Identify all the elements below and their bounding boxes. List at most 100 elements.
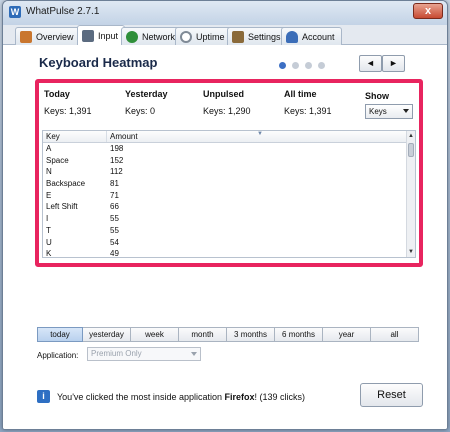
amount-cell: 55 <box>110 225 119 235</box>
network-icon <box>126 30 138 43</box>
reset-button[interactable]: Reset <box>360 383 423 407</box>
table-row[interactable]: I 55 <box>43 213 415 225</box>
stat-yesterday: Yesterday Keys: 0 <box>125 89 168 116</box>
close-button[interactable]: x <box>413 3 443 19</box>
stat-today-value: Keys: 1,391 <box>44 106 92 116</box>
application-dropdown[interactable]: Premium Only <box>87 347 201 361</box>
message-prefix: You've clicked the most inside applicati… <box>57 392 225 402</box>
range-all-button[interactable]: all <box>371 327 419 342</box>
stat-yesterday-value: Keys: 0 <box>125 106 156 116</box>
tab-network-label: Network <box>142 31 176 42</box>
range-today-button[interactable]: today <box>37 327 83 342</box>
amount-cell: 66 <box>110 202 119 212</box>
chevron-down-icon <box>191 352 197 356</box>
message-suffix: ! (139 clicks) <box>254 392 306 402</box>
show-dropdown[interactable]: Keys <box>365 104 413 119</box>
key-cell: Space <box>46 155 69 165</box>
range-week-button[interactable]: week <box>131 327 179 342</box>
stat-yesterday-label: Yesterday <box>125 89 168 99</box>
table-body: A 198 Space 152 N 112 Backspace 81 E 71 Left … <box>43 143 415 258</box>
table-row[interactable]: A 198 <box>43 143 415 155</box>
page-dot[interactable] <box>318 62 325 69</box>
app-window: W WhatPulse 2.7.1 x Overview Input Netwo… <box>2 0 448 430</box>
wrench-icon <box>232 30 244 43</box>
tab-settings-label: Settings <box>248 31 281 42</box>
tab-account-label: Account <box>302 31 335 42</box>
heatmap-stats-panel: Today Keys: 1,391 Yesterday Keys: 0 Unpu… <box>35 79 423 267</box>
stat-today-label: Today <box>44 89 70 99</box>
table-scrollbar[interactable]: ▲ ▼ <box>406 131 415 257</box>
table-row[interactable]: U 54 <box>43 237 415 249</box>
table-row[interactable]: K 49 <box>43 248 415 258</box>
table-row[interactable]: E 71 <box>43 190 415 202</box>
range-yesterday-button[interactable]: yesterday <box>83 327 131 342</box>
time-range-selector: today yesterday week month 3 months 6 mo… <box>37 327 419 342</box>
input-panel: Keyboard Heatmap ◄ ► Today Keys: 1,391 Y… <box>3 45 447 429</box>
range-month-button[interactable]: month <box>179 327 227 342</box>
page-dot[interactable] <box>305 62 312 69</box>
table-row[interactable]: Backspace 81 <box>43 178 415 190</box>
key-cell: I <box>46 214 49 224</box>
tab-uptime-label: Uptime <box>196 31 225 42</box>
stat-alltime-label: All time <box>284 89 317 99</box>
stat-alltime-value: Keys: 1,391 <box>284 106 332 116</box>
amount-cell: 71 <box>110 190 119 200</box>
show-label: Show <box>365 91 389 101</box>
key-cell: U <box>46 237 52 247</box>
next-button[interactable]: ► <box>382 55 405 72</box>
application-dropdown-value: Premium Only <box>91 349 142 358</box>
page-title: Keyboard Heatmap <box>39 55 158 70</box>
key-cell: Left Shift <box>46 202 78 212</box>
tab-input[interactable]: Input <box>77 25 126 46</box>
amount-cell: 55 <box>110 214 119 224</box>
stat-today: Today Keys: 1,391 <box>44 89 92 116</box>
previous-button[interactable]: ◄ <box>359 55 382 72</box>
tab-uptime[interactable]: Uptime <box>175 27 232 45</box>
table-row[interactable]: T 55 <box>43 225 415 237</box>
stat-unpulsed-value: Keys: 1,290 <box>203 106 251 116</box>
show-dropdown-value: Keys <box>369 107 387 116</box>
sort-indicator-icon: ▼ <box>257 131 263 137</box>
table-row[interactable]: N 112 <box>43 166 415 178</box>
key-cell: E <box>46 190 52 200</box>
column-header-key[interactable]: Key <box>43 131 107 142</box>
clock-icon <box>180 30 192 43</box>
tab-network[interactable]: Network <box>121 27 183 45</box>
scroll-up-icon[interactable]: ▲ <box>408 133 414 139</box>
scroll-thumb[interactable] <box>408 143 414 157</box>
page-dot[interactable] <box>292 62 299 69</box>
range-6-months-button[interactable]: 6 months <box>275 327 323 342</box>
key-cell: Backspace <box>46 179 86 189</box>
table-row[interactable]: Left Shift 66 <box>43 201 415 213</box>
stat-unpulsed: Unpulsed Keys: 1,290 <box>203 89 251 116</box>
range-3-months-button[interactable]: 3 months <box>227 327 275 342</box>
tab-input-label: Input <box>98 31 119 41</box>
scroll-down-icon[interactable]: ▼ <box>408 249 414 255</box>
tab-settings[interactable]: Settings <box>227 27 288 45</box>
key-cell: A <box>46 144 52 153</box>
stat-unpulsed-label: Unpulsed <box>203 89 245 99</box>
chevron-down-icon <box>403 109 409 113</box>
key-cell: N <box>46 167 52 177</box>
application-label: Application: <box>37 351 79 360</box>
page-indicator <box>279 62 325 69</box>
tab-bar: Overview Input Network Uptime Settings A… <box>3 25 447 46</box>
title-bar: W WhatPulse 2.7.1 x <box>3 1 447 25</box>
top-application-name: Firefox <box>224 392 255 402</box>
top-application-message: You've clicked the most inside applicati… <box>57 392 305 402</box>
page-dot[interactable] <box>279 62 286 69</box>
amount-cell: 152 <box>110 155 124 165</box>
table-header: Key Amount <box>43 131 415 143</box>
tab-overview[interactable]: Overview <box>15 27 81 45</box>
home-icon <box>20 30 32 43</box>
window-title: WhatPulse 2.7.1 <box>26 6 100 17</box>
key-cell: K <box>46 249 52 258</box>
tab-overview-label: Overview <box>36 31 74 42</box>
amount-cell: 112 <box>110 167 123 177</box>
key-table: Key Amount ▼ A 198 Space 152 N 112 Backspac… <box>42 130 416 258</box>
tab-account[interactable]: Account <box>281 27 342 45</box>
table-row[interactable]: Space 152 <box>43 155 415 167</box>
range-year-button[interactable]: year <box>323 327 371 342</box>
stat-alltime: All time Keys: 1,391 <box>284 89 332 116</box>
keyboard-icon <box>82 30 94 42</box>
